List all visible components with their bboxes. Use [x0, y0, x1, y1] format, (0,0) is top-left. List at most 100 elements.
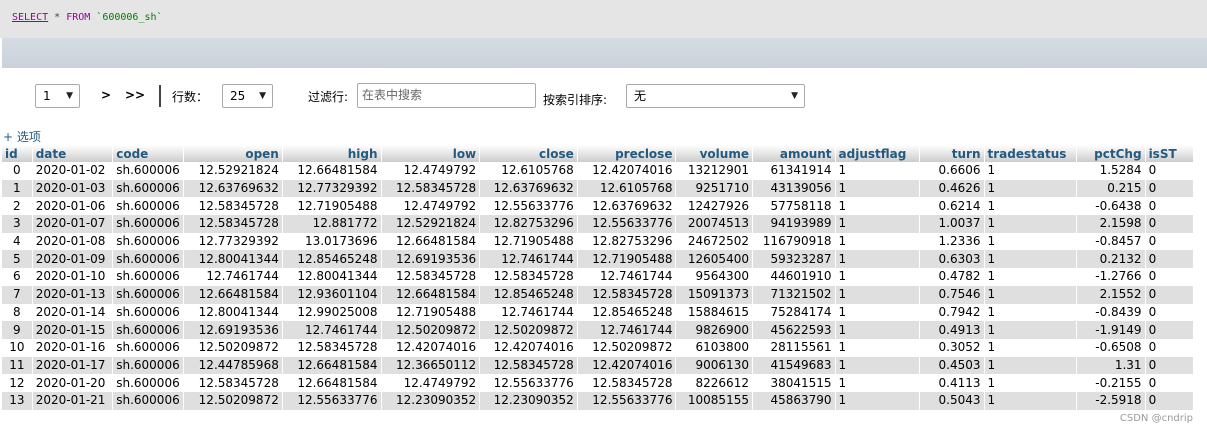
cell-close: 12.50209872: [479, 321, 578, 339]
filter-rows-input[interactable]: 在表中搜索: [357, 83, 536, 108]
cell-open: 12.7461744: [183, 268, 283, 286]
rows-per-page-select[interactable]: 25 ▼: [222, 84, 273, 108]
filter-rows-label: 过滤行:: [308, 90, 349, 104]
cell-isst: 0: [1145, 162, 1195, 180]
cell-open: 12.58345728: [183, 215, 283, 233]
cell-close: 12.63769632: [479, 179, 578, 198]
column-header-code[interactable]: code: [112, 145, 185, 162]
cell-id: 9: [2, 321, 33, 339]
cell-id: 12: [2, 374, 33, 392]
cell-close: 12.71905488: [479, 232, 578, 251]
cell-open: 12.52921824: [183, 162, 283, 180]
cell-adjustflag: 1: [835, 232, 921, 251]
cell-isst: 0: [1145, 215, 1195, 233]
cell-close: 12.58345728: [479, 356, 578, 375]
cell-open: 12.80041344: [183, 250, 283, 269]
cell-pctchg: -0.8439: [1076, 303, 1146, 322]
column-header-adjustflag[interactable]: adjustflag: [835, 145, 921, 162]
cell-turn: 0.6303: [919, 250, 985, 269]
cell-low: 12.4749792: [381, 197, 481, 216]
cell-adjustflag: 1: [835, 215, 921, 233]
cell-pctchg: 1.31: [1076, 356, 1146, 375]
sql-select-keyword[interactable]: SELECT: [12, 12, 48, 23]
cell-low: 12.23090352: [381, 391, 481, 410]
sort-by-index-select[interactable]: 无 ▼: [626, 84, 805, 108]
cell-code: sh.600006: [112, 250, 185, 269]
column-header-date[interactable]: date: [32, 145, 114, 162]
cell-high: 12.66481584: [282, 356, 382, 375]
page-number-select[interactable]: 1 ▼: [35, 84, 80, 108]
column-header-isst[interactable]: isST: [1145, 145, 1195, 162]
cell-pctchg: 2.1552: [1076, 285, 1146, 304]
cell-preclose: 12.7461744: [577, 268, 677, 286]
column-header-preclose[interactable]: preclose: [577, 145, 677, 162]
cell-tradestatus: 1: [984, 162, 1078, 180]
column-header-high[interactable]: high: [282, 145, 382, 162]
cell-isst: 0: [1145, 356, 1195, 375]
cell-pctchg: -0.8457: [1076, 232, 1146, 251]
cell-low: 12.66481584: [381, 232, 481, 251]
column-header-amount[interactable]: amount: [752, 145, 836, 162]
table-header-row: id date code open high low close preclose volume…: [2, 145, 1195, 162]
cell-pctchg: -0.6438: [1076, 197, 1146, 216]
cell-pctchg: -0.2155: [1076, 374, 1146, 392]
cell-amount: 94193989: [752, 215, 836, 233]
cell-preclose: 12.58345728: [577, 374, 677, 392]
table-row: 12 2020-01-20 sh.600006 12.58345728 12.66481…: [2, 374, 1195, 392]
cell-code: sh.600006: [112, 356, 185, 375]
cell-low: 12.71905488: [381, 303, 481, 322]
cell-id: 8: [2, 303, 33, 322]
cell-id: 3: [2, 215, 33, 233]
column-header-turn[interactable]: turn: [919, 145, 985, 162]
cell-volume: 9251710: [675, 179, 753, 198]
cell-turn: 0.3052: [919, 338, 985, 357]
cell-low: 12.52921824: [381, 215, 481, 233]
cell-date: 2020-01-14: [32, 303, 114, 322]
cell-volume: 9006130: [675, 356, 753, 375]
cell-isst: 0: [1145, 268, 1195, 286]
cell-code: sh.600006: [112, 215, 185, 233]
cell-amount: 61341914: [752, 162, 836, 180]
column-header-open[interactable]: open: [183, 145, 283, 162]
column-header-pctchg[interactable]: pctChg: [1076, 145, 1146, 162]
cell-code: sh.600006: [112, 162, 185, 180]
chevron-down-icon: ▼: [791, 91, 798, 101]
sort-by-index-value: 无: [634, 89, 647, 103]
cell-low: 12.42074016: [381, 338, 481, 357]
column-header-low[interactable]: low: [381, 145, 481, 162]
cell-turn: 0.4626: [919, 179, 985, 198]
page-number-value: 1: [43, 89, 51, 103]
cell-volume: 12427926: [675, 197, 753, 216]
cell-code: sh.600006: [112, 391, 185, 410]
table-row: 11 2020-01-17 sh.600006 12.44785968 12.66481…: [2, 356, 1195, 375]
cell-close: 12.55633776: [479, 197, 578, 216]
next-page-button[interactable]: >: [101, 88, 111, 102]
sql-query-text[interactable]: SELECT * FROM `600006_sh`: [12, 12, 163, 23]
column-header-id[interactable]: id: [2, 145, 33, 162]
options-toggle-link[interactable]: + 选项: [3, 128, 41, 145]
cell-open: 12.80041344: [183, 303, 283, 322]
cell-close: 12.82753296: [479, 215, 578, 233]
cell-tradestatus: 1: [984, 250, 1078, 269]
table-row: 7 2020-01-13 sh.600006 12.66481584 12.936011…: [2, 285, 1195, 304]
last-page-button[interactable]: >>: [125, 88, 145, 102]
cell-volume: 12605400: [675, 250, 753, 269]
column-header-tradestatus[interactable]: tradestatus: [984, 145, 1078, 162]
cell-adjustflag: 1: [835, 391, 921, 410]
table-row: 8 2020-01-14 sh.600006 12.80041344 12.990250…: [2, 303, 1195, 322]
cell-adjustflag: 1: [835, 197, 921, 216]
cell-adjustflag: 1: [835, 179, 921, 198]
column-header-close[interactable]: close: [479, 145, 578, 162]
cell-preclose: 12.55633776: [577, 215, 677, 233]
cell-preclose: 12.50209872: [577, 338, 677, 357]
cell-adjustflag: 1: [835, 303, 921, 322]
cell-id: 0: [2, 162, 33, 180]
cell-volume: 15884615: [675, 303, 753, 322]
column-header-volume[interactable]: volume: [675, 145, 753, 162]
cell-preclose: 12.63769632: [577, 197, 677, 216]
rows-per-page-label: 行数：: [172, 90, 209, 104]
cell-turn: 0.6214: [919, 197, 985, 216]
cell-amount: 71321502: [752, 285, 836, 304]
cell-date: 2020-01-20: [32, 374, 114, 392]
cell-turn: 1.0037: [919, 215, 985, 233]
